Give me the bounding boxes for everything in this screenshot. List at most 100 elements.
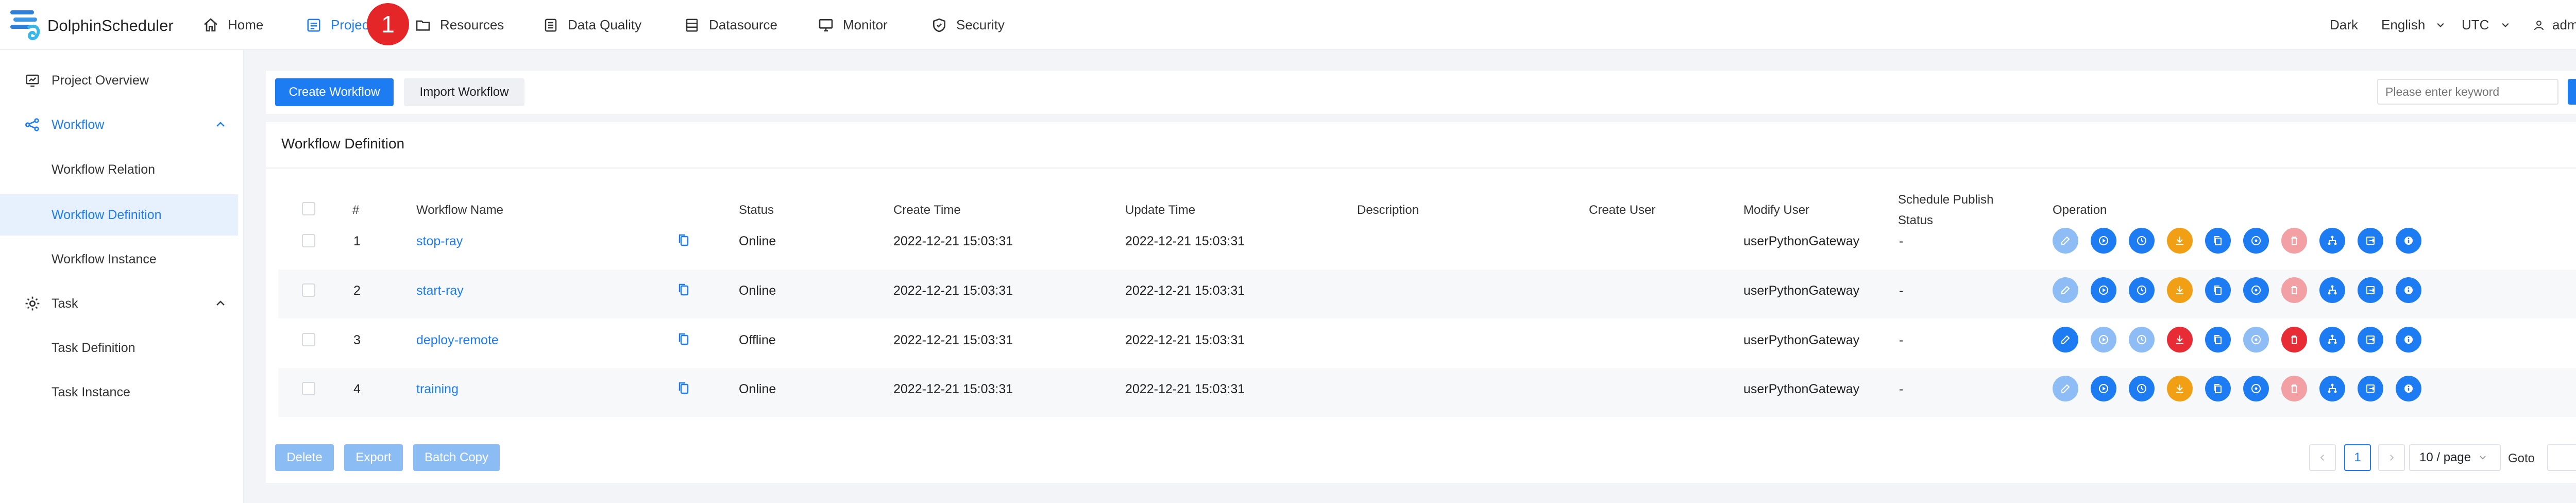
page-number-button[interactable]: 1 bbox=[2344, 444, 2371, 471]
nav-datasource[interactable]: Datasource bbox=[683, 0, 777, 50]
language-label: English bbox=[2381, 17, 2426, 32]
tree-view-button[interactable] bbox=[2319, 376, 2345, 401]
export-button[interactable] bbox=[2358, 228, 2383, 254]
version-info-button[interactable] bbox=[2396, 376, 2421, 401]
run-button[interactable] bbox=[2091, 277, 2116, 303]
cron-manage-button[interactable] bbox=[2243, 327, 2269, 353]
theme-toggle[interactable]: Dark bbox=[2330, 0, 2358, 50]
tree-view-button[interactable] bbox=[2319, 327, 2345, 353]
timing-icon bbox=[2137, 236, 2146, 245]
nav-data-quality[interactable]: Data Quality bbox=[542, 0, 641, 50]
status-text: Online bbox=[739, 283, 776, 298]
version-info-button[interactable] bbox=[2396, 327, 2421, 353]
nav-resources[interactable]: Resources bbox=[414, 0, 504, 50]
sidebar-item-label: Workflow Relation bbox=[52, 162, 156, 177]
sidebar-item-task-definition[interactable]: Task Definition bbox=[0, 327, 238, 368]
run-button[interactable] bbox=[2091, 327, 2116, 353]
row-checkbox[interactable] bbox=[302, 382, 315, 395]
next-page-button[interactable] bbox=[2378, 444, 2405, 471]
sidebar-item-workflow-instance[interactable]: Workflow Instance bbox=[0, 239, 238, 280]
workflow-name-link[interactable]: start-ray bbox=[416, 283, 464, 298]
dolphinscheduler-logo-icon bbox=[10, 10, 40, 40]
edit-button[interactable] bbox=[2053, 376, 2078, 401]
row-checkbox[interactable] bbox=[302, 234, 315, 247]
version-info-button[interactable] bbox=[2396, 228, 2421, 254]
publish-button[interactable] bbox=[2167, 376, 2193, 401]
tree-view-button[interactable] bbox=[2319, 277, 2345, 303]
edit-icon bbox=[2061, 236, 2070, 245]
create-workflow-button[interactable]: Create Workflow bbox=[275, 78, 394, 106]
delete-button[interactable] bbox=[2281, 376, 2307, 401]
search-button[interactable] bbox=[2568, 79, 2576, 105]
timing-button[interactable] bbox=[2129, 327, 2155, 353]
copy-name-icon[interactable] bbox=[678, 283, 689, 296]
cron-manage-button[interactable] bbox=[2243, 277, 2269, 303]
prev-page-button[interactable] bbox=[2309, 444, 2336, 471]
export-button[interactable] bbox=[2358, 327, 2383, 353]
delete-button[interactable] bbox=[2281, 277, 2307, 303]
publish-button[interactable] bbox=[2167, 277, 2193, 303]
sidebar-item-project-overview[interactable]: Project Overview bbox=[0, 60, 238, 101]
cron-manage-button[interactable] bbox=[2243, 228, 2269, 254]
sidebar-group-workflow[interactable]: Workflow bbox=[0, 104, 238, 145]
tree-view-icon bbox=[2328, 236, 2337, 245]
export-button[interactable] bbox=[2358, 376, 2383, 401]
run-button[interactable] bbox=[2091, 376, 2116, 401]
copy-button[interactable] bbox=[2205, 376, 2231, 401]
timezone-select[interactable]: UTC bbox=[2462, 0, 2511, 50]
row-checkbox[interactable] bbox=[302, 283, 315, 297]
edit-button[interactable] bbox=[2053, 327, 2078, 353]
publish-button[interactable] bbox=[2167, 327, 2193, 353]
sidebar-item-task-instance[interactable]: Task Instance bbox=[0, 372, 238, 413]
column-header-update-time: Update Time bbox=[1125, 203, 1196, 217]
goto-page-input[interactable] bbox=[2547, 444, 2576, 471]
user-name: admin bbox=[2552, 17, 2576, 32]
delete-button[interactable] bbox=[2281, 228, 2307, 254]
export-button[interactable]: Export bbox=[344, 444, 403, 471]
import-workflow-button[interactable]: Import Workflow bbox=[404, 78, 524, 106]
search-input[interactable] bbox=[2377, 79, 2558, 105]
delete-button[interactable]: Delete bbox=[275, 444, 334, 471]
copy-name-icon[interactable] bbox=[678, 332, 689, 346]
cron-manage-button[interactable] bbox=[2243, 376, 2269, 401]
timing-button[interactable] bbox=[2129, 277, 2155, 303]
copy-name-icon[interactable] bbox=[678, 381, 689, 395]
sidebar-item-workflow-relation[interactable]: Workflow Relation bbox=[0, 149, 238, 190]
sidebar: Project Overview Workflow Workflow Relat… bbox=[0, 50, 244, 503]
workflow-name-link[interactable]: stop-ray bbox=[416, 234, 463, 249]
run-button[interactable] bbox=[2091, 228, 2116, 254]
workflow-name-link[interactable]: training bbox=[416, 382, 459, 397]
update-time: 2022-12-21 15:03:31 bbox=[1125, 234, 1245, 248]
cron-manage-icon bbox=[2251, 236, 2261, 245]
nav-home[interactable]: Home bbox=[202, 0, 263, 50]
page-size-select[interactable]: 10 / page bbox=[2409, 444, 2501, 471]
user-menu[interactable]: admin bbox=[2533, 0, 2576, 50]
row-checkbox[interactable] bbox=[302, 333, 315, 346]
export-button[interactable] bbox=[2358, 277, 2383, 303]
copy-button[interactable] bbox=[2205, 228, 2231, 254]
nav-monitor[interactable]: Monitor bbox=[817, 0, 888, 50]
copy-button[interactable] bbox=[2205, 327, 2231, 353]
row-index: 4 bbox=[353, 382, 361, 396]
version-info-button[interactable] bbox=[2396, 277, 2421, 303]
nav-security[interactable]: Security bbox=[930, 0, 1005, 50]
language-select[interactable]: English bbox=[2381, 0, 2446, 50]
tree-view-icon bbox=[2328, 285, 2337, 295]
tree-view-button[interactable] bbox=[2319, 228, 2345, 254]
batch-copy-button[interactable]: Batch Copy bbox=[413, 444, 500, 471]
publish-button[interactable] bbox=[2167, 228, 2193, 254]
sidebar-group-task[interactable]: Task bbox=[0, 283, 238, 324]
copy-button[interactable] bbox=[2205, 277, 2231, 303]
timing-button[interactable] bbox=[2129, 228, 2155, 254]
select-all-checkbox[interactable] bbox=[302, 202, 315, 215]
copy-name-icon[interactable] bbox=[678, 233, 689, 247]
delete-button[interactable] bbox=[2281, 327, 2307, 353]
nav-project[interactable]: Project bbox=[305, 0, 372, 50]
edit-button[interactable] bbox=[2053, 277, 2078, 303]
status-text: Offline bbox=[739, 333, 776, 347]
timing-button[interactable] bbox=[2129, 376, 2155, 401]
theme-label: Dark bbox=[2330, 17, 2358, 32]
workflow-name-link[interactable]: deploy-remote bbox=[416, 333, 499, 348]
sidebar-item-workflow-definition[interactable]: Workflow Definition bbox=[0, 194, 238, 236]
edit-button[interactable] bbox=[2053, 228, 2078, 254]
